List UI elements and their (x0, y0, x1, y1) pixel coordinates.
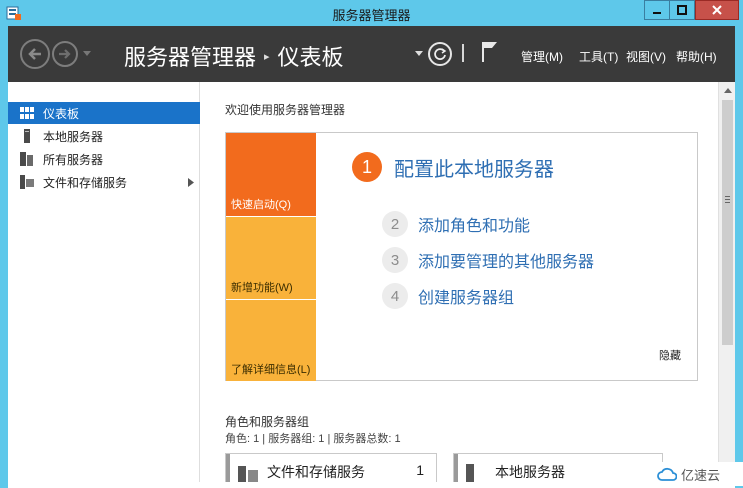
menu-view[interactable]: 视图(V) (626, 48, 666, 65)
breadcrumb-separator: ▸ (264, 50, 270, 63)
card-status-bar (226, 454, 230, 482)
step-create-group[interactable]: 4 创建服务器组 (382, 283, 514, 309)
vertical-scrollbar[interactable] (718, 82, 735, 482)
sidebar-item-all-servers[interactable]: 所有服务器 (8, 148, 200, 170)
refresh-icon (434, 48, 447, 60)
tile-label: 了解详细信息(L) (231, 364, 311, 376)
step-add-roles[interactable]: 2 添加角色和功能 (382, 211, 530, 237)
quick-start-panel: 快速启动(Q) 新增功能(W) 了解详细信息(L) 1 配置此本地服务器 2 添… (225, 132, 698, 381)
card-title: 文件和存储服务 (267, 464, 365, 480)
sidebar-item-label: 本地服务器 (43, 129, 104, 144)
welcome-title: 欢迎使用服务器管理器 (225, 103, 346, 117)
roles-summary: 角色: 1 | 服务器组: 1 | 服务器总数: 1 (225, 433, 401, 445)
window-title: 服务器管理器 (332, 8, 411, 23)
close-icon (712, 5, 722, 15)
menu-tools[interactable]: 工具(T) (579, 48, 618, 65)
step-number: 1 (352, 152, 382, 182)
storage-icon (238, 466, 258, 482)
card-count: 1 (416, 462, 424, 478)
minimize-icon (653, 12, 661, 14)
tile-quick-start[interactable]: 快速启动(Q) (226, 133, 316, 216)
grip-icon (725, 196, 730, 203)
close-button[interactable] (695, 0, 739, 20)
breadcrumb-root[interactable]: 服务器管理器 (124, 40, 256, 72)
chevron-up-icon (723, 88, 732, 93)
main-content: 欢迎使用服务器管理器 快速启动(Q) 新增功能(W) 了解详细信息(L) 1 配… (201, 82, 718, 482)
server-icon (466, 464, 474, 482)
step-number: 3 (382, 247, 408, 273)
breadcrumb: 服务器管理器 ▸ 仪表板 (124, 40, 344, 72)
history-dropdown-icon[interactable] (83, 51, 91, 57)
menu-manage[interactable]: 管理(M) (521, 48, 563, 65)
card-title: 本地服务器 (495, 464, 565, 480)
sidebar-item-local-server[interactable]: 本地服务器 (8, 125, 200, 147)
card-status-bar (454, 454, 458, 482)
step-add-servers[interactable]: 3 添加要管理的其他服务器 (382, 247, 594, 273)
menu-help[interactable]: 帮助(H) (676, 48, 717, 65)
notifications-flag-icon[interactable] (480, 40, 500, 64)
step-number: 4 (382, 283, 408, 309)
maximize-button[interactable] (669, 0, 695, 20)
expand-arrow-icon[interactable] (188, 178, 194, 187)
dashboard-icon (20, 106, 34, 120)
forward-button[interactable] (52, 41, 78, 67)
storage-icon (20, 175, 34, 189)
minimize-button[interactable] (644, 0, 670, 20)
sidebar-item-label: 文件和存储服务 (43, 175, 128, 190)
servers-icon (20, 152, 34, 166)
step-link[interactable]: 添加要管理的其他服务器 (418, 248, 594, 272)
arrow-left-icon (28, 48, 41, 60)
scroll-up-button[interactable] (719, 82, 736, 99)
window-border-right (735, 26, 743, 488)
server-icon (20, 129, 34, 143)
sidebar-item-label: 所有服务器 (43, 152, 104, 167)
watermark-text: 亿速云 (681, 467, 721, 483)
role-card-file-storage[interactable]: 文件和存储服务 1 (225, 453, 437, 482)
step-number: 2 (382, 211, 408, 237)
window-border-left (0, 26, 8, 488)
cloud-logo-icon (657, 467, 677, 481)
sidebar-item-label: 仪表板 (43, 106, 80, 121)
tile-learn-more[interactable]: 了解详细信息(L) (226, 300, 316, 381)
scrollbar-thumb[interactable] (722, 100, 733, 345)
breadcrumb-current: 仪表板 (277, 45, 344, 70)
command-bar: 服务器管理器 ▸ 仪表板 管理(M) 工具(T) 视图(V) 帮助(H) (8, 26, 735, 82)
arrow-right-icon (59, 49, 71, 59)
step-link[interactable]: 创建服务器组 (418, 284, 514, 308)
watermark: 亿速云 (653, 462, 743, 486)
sidebar-item-file-storage[interactable]: 文件和存储服务 (8, 171, 200, 193)
sidebar-item-dashboard[interactable]: 仪表板 (8, 102, 200, 124)
role-card-local-server[interactable]: 本地服务器 (453, 453, 663, 482)
tile-label: 快速启动(Q) (231, 199, 291, 211)
step-link[interactable]: 配置此本地服务器 (394, 153, 554, 182)
step-link[interactable]: 添加角色和功能 (418, 212, 530, 236)
sidebar: 仪表板 本地服务器 所有服务器 文件和存储服务 (8, 82, 200, 482)
tile-label: 新增功能(W) (231, 282, 293, 294)
roles-section-title: 角色和服务器组 (225, 415, 310, 429)
refresh-button[interactable] (428, 42, 452, 66)
step-configure-local-server[interactable]: 1 配置此本地服务器 (352, 152, 554, 182)
back-button[interactable] (20, 39, 50, 69)
maximize-icon (677, 5, 687, 15)
hide-link[interactable]: 隐藏 (659, 347, 681, 363)
tile-whats-new[interactable]: 新增功能(W) (226, 217, 316, 299)
title-bar: 服务器管理器 (0, 0, 743, 26)
refresh-dropdown-icon[interactable] (415, 51, 423, 57)
toolbar-divider (462, 44, 464, 62)
